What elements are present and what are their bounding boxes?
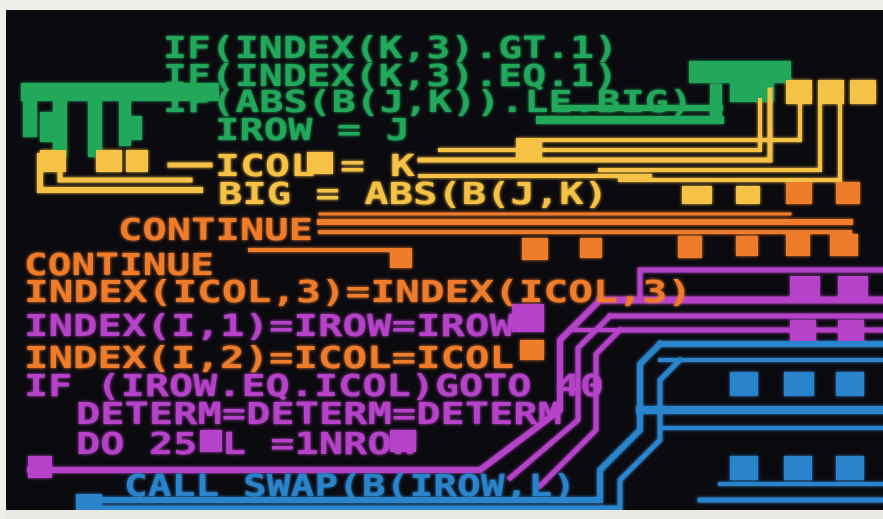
photo-border-bottom bbox=[0, 510, 883, 519]
code-line: DO 25 L =1NROW bbox=[76, 427, 417, 462]
code-line: CONTINUE bbox=[118, 213, 313, 248]
photo-border-top bbox=[0, 0, 883, 10]
code-line: INDEX(I,1)=IROW=IROW bbox=[24, 309, 515, 344]
code-line: BIG = ABS(B(J,K) bbox=[218, 177, 608, 212]
code-line: INDEX(ICOL,3)=INDEX(ICOL,3) bbox=[24, 275, 692, 310]
photo-border-left bbox=[0, 0, 6, 519]
code-circuit-photo: IF(INDEX(K,3).GT.1) IF(INDEX(K,3).EQ.1) … bbox=[0, 0, 883, 519]
code-line: IROW = J bbox=[215, 113, 410, 148]
code-line: CALL SWAP(B(IROW,L) bbox=[124, 469, 576, 504]
